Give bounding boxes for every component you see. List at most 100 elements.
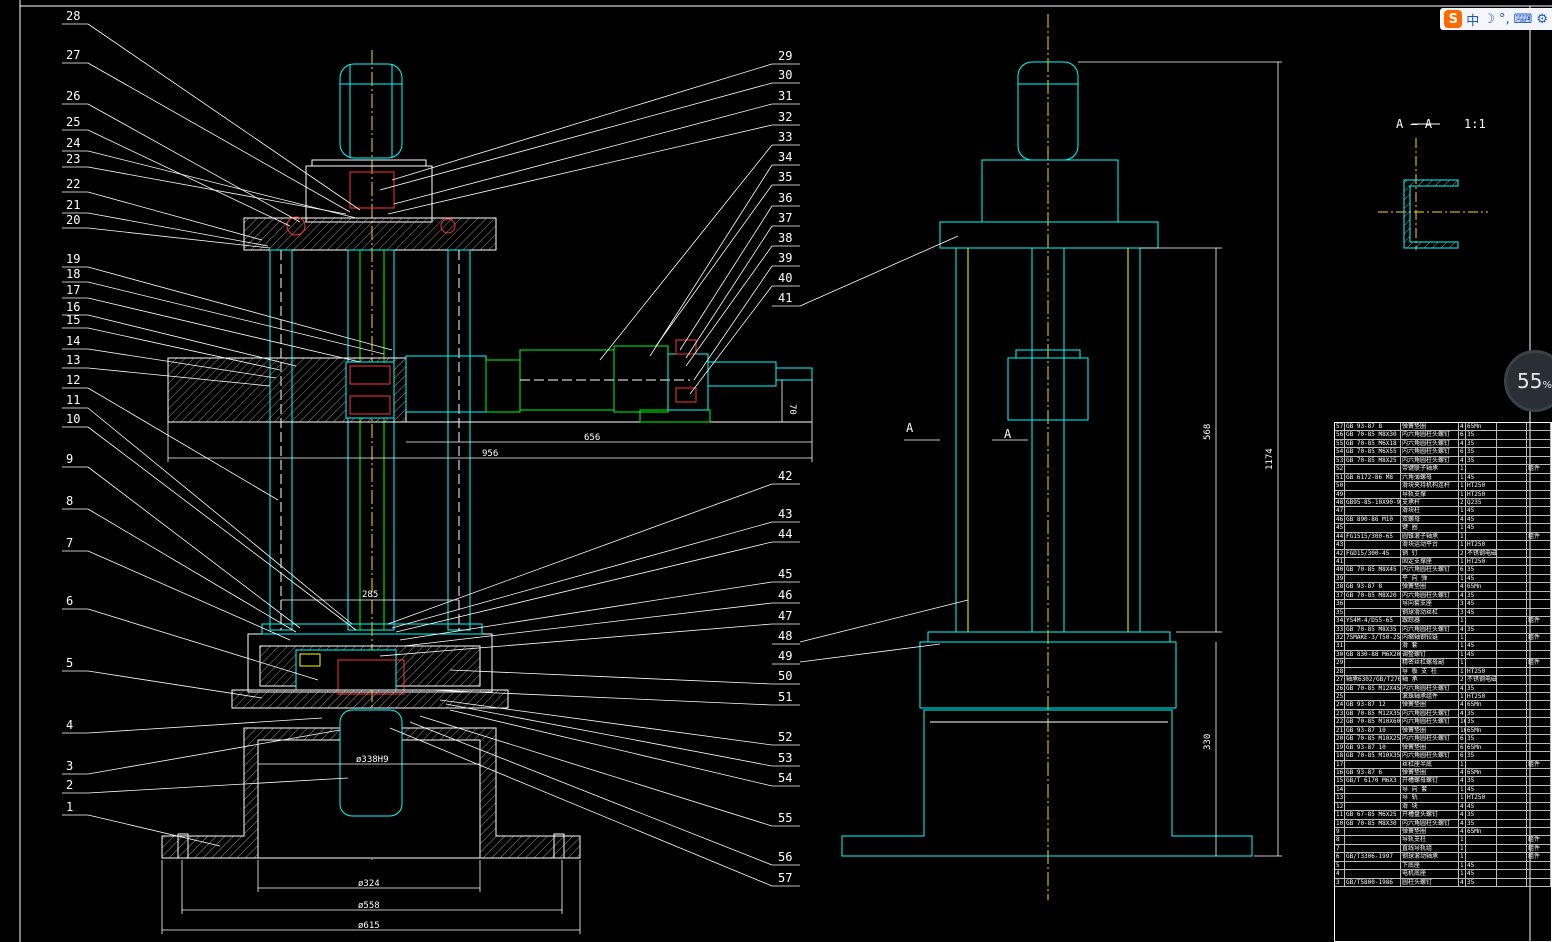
bom-cell: 40 (1336, 566, 1345, 574)
bom-row: 5 下底座 1 45 (1335, 861, 1551, 871)
part-label-38: 38 (778, 231, 792, 245)
cad-drawing-canvas[interactable]: 2827262524232221201918171615141312111098… (0, 0, 1552, 942)
bom-cell (1527, 439, 1551, 448)
part-label-23: 23 (66, 152, 80, 166)
moon-icon[interactable]: ☽ (1483, 12, 1495, 27)
bom-cell: FGD15/300-45 (1345, 549, 1401, 557)
bom-cell: 下底座 (1401, 861, 1459, 870)
bom-cell (1345, 507, 1401, 515)
bom-cell: 35 (1466, 777, 1497, 785)
part-label-35: 35 (778, 170, 792, 184)
bom-cell (1497, 574, 1527, 583)
bom-cell: 不锈钢电磁 (1467, 549, 1497, 557)
part-label-51: 51 (778, 690, 792, 704)
bom-cell (1345, 836, 1401, 844)
part-label-7: 7 (66, 536, 73, 550)
side-actuator (485, 345, 711, 423)
bom-cell: 35 (1466, 819, 1497, 827)
bom-cell: 35 (1466, 456, 1497, 465)
bom-cell: 4 (1459, 709, 1466, 718)
bom-cell: HT250 (1466, 667, 1497, 676)
part-label-25: 25 (66, 115, 80, 129)
part-label-41: 41 (778, 291, 792, 305)
bom-cell (1345, 802, 1401, 811)
leader-line-20 (87, 227, 271, 249)
bom-cell: 45 (1466, 802, 1497, 811)
bom-cell: 滑块运动平台 (1401, 541, 1459, 549)
leader-line-35 (655, 184, 773, 347)
bom-cell (1527, 541, 1551, 549)
bom-cell: GB95-85-10X90-95 (1346, 498, 1401, 507)
leader-line-6 (87, 608, 319, 681)
part-label-57: 57 (778, 871, 792, 885)
bom-cell (1466, 617, 1497, 625)
leader-line-5 (87, 670, 263, 699)
bom-cell: 1 (1459, 507, 1466, 515)
guide-rods (269, 249, 471, 631)
bom-cell (1527, 608, 1551, 617)
bom-cell: 35 (1466, 709, 1497, 718)
bom-cell: 滑块柱 (1401, 507, 1459, 515)
bom-cell (1497, 701, 1527, 709)
bom-cell (1527, 693, 1551, 701)
bom-cell: 56 (1336, 431, 1345, 439)
part-label-36: 36 (778, 191, 792, 205)
bom-cell: 45 (1466, 574, 1497, 583)
settings-icon[interactable]: ⚙ (1536, 12, 1548, 27)
punctuation-icon[interactable]: °, (1499, 12, 1510, 27)
bom-cell: 35 (1466, 625, 1497, 633)
part-label-37: 37 (778, 211, 792, 225)
bom-cell: HT250 (1466, 482, 1497, 490)
leader-line-9 (87, 466, 301, 629)
bom-cell (1345, 844, 1401, 853)
leader-line-34 (649, 164, 773, 357)
bom-cell: 1 (1459, 693, 1466, 701)
bom-cell (1345, 693, 1401, 701)
bom-cell: 弹簧垫圈 (1401, 743, 1459, 752)
bom-cell: 弹簧垫圈 (1401, 583, 1459, 591)
leader-line-1 (87, 814, 221, 847)
ime-mode-toggle[interactable]: 中 (1466, 10, 1479, 29)
bom-cell (1466, 853, 1497, 861)
bom-cell: 35 (1466, 752, 1497, 760)
bom-cell (1497, 802, 1527, 811)
bom-cell (1497, 861, 1527, 870)
part-label-30: 30 (778, 68, 792, 82)
sogou-logo-icon[interactable]: S (1444, 10, 1463, 28)
bom-cell: 销 钉 (1401, 549, 1459, 557)
bom-row: 28 导 板 支 柱 1 HT250 (1335, 667, 1551, 677)
bom-row: 9 弹簧垫圈 4 65Mn (1335, 828, 1551, 837)
bom-cell: 1 (1459, 659, 1466, 667)
bom-cell: 1 (1459, 558, 1466, 566)
part-label-13: 13 (66, 353, 80, 367)
bom-cell: GB 67-85 M6X25 (1345, 811, 1401, 819)
bom-cell: 65Mn (1466, 828, 1497, 836)
bom-cell: 6 (1459, 566, 1466, 574)
bom-cell (1527, 667, 1551, 676)
bom-row: 4 电机底座 1 45 (1335, 870, 1551, 879)
bom-cell: 35 (1466, 431, 1497, 439)
part-label-40: 40 (778, 271, 792, 285)
bom-cell: 1 (1459, 574, 1466, 583)
bom-cell: 1 (1459, 482, 1466, 490)
bom-cell: 32 (1336, 633, 1345, 642)
keyboard-icon[interactable]: ⌨ (1514, 12, 1533, 27)
dim-285: 285 (362, 590, 378, 600)
bom-cell: 1 (1459, 532, 1466, 541)
bom-cell (1497, 828, 1527, 836)
bom-row: 27 轴承6302/GB/T276 轴 承 2 不锈钢电磁 (1335, 676, 1551, 685)
bom-cell (1497, 591, 1527, 600)
bom-cell: 1 (1459, 524, 1466, 532)
dim-70: 70 (787, 404, 797, 415)
bom-row: 31 滑 套 1 45 (1335, 642, 1551, 651)
part-label-19: 19 (66, 252, 80, 266)
dim-656: 656 (584, 433, 600, 443)
bom-row: 55 GB 70-85 M6X18 内六角圆柱头螺钉 4 35 (1335, 439, 1551, 449)
part-label-46: 46 (778, 588, 792, 602)
part-label-11: 11 (66, 393, 80, 407)
bom-cell: 滚珠轴承组件 (1401, 693, 1459, 701)
ime-toolbar[interactable]: S 中 ☽ °, ⌨ ⚙ (1440, 8, 1552, 30)
part-label-52: 52 (778, 730, 792, 744)
bom-cell: 不锈钢电磁 (1467, 676, 1497, 684)
part-label-8: 8 (66, 494, 73, 508)
